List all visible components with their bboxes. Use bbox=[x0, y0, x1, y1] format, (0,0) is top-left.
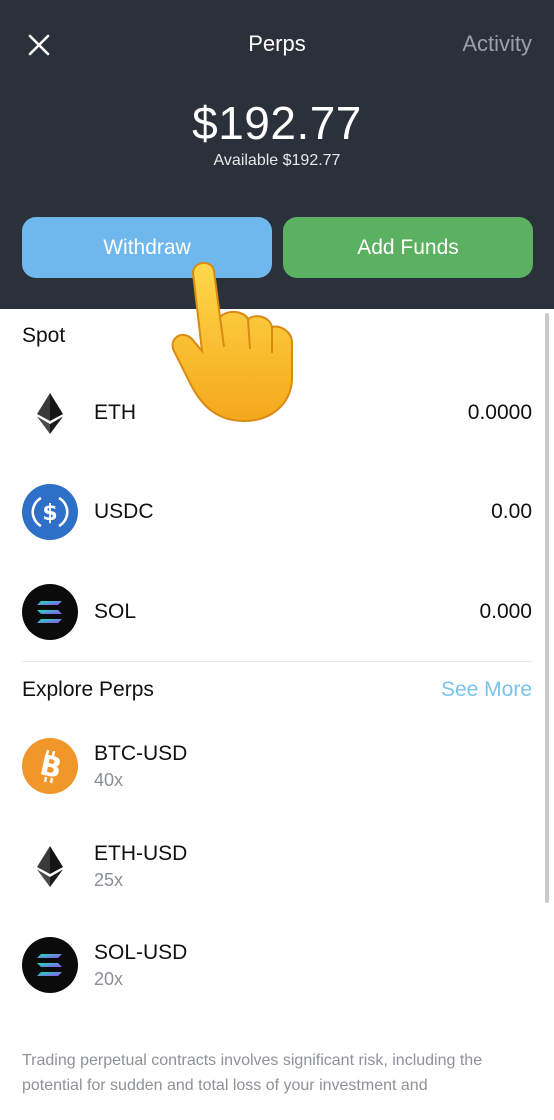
spot-section-title: Spot bbox=[22, 324, 66, 347]
asset-symbol: SOL bbox=[94, 600, 137, 623]
available-balance: Available $192.77 bbox=[213, 152, 341, 169]
spot-row-sol[interactable]: SOL 0.000 bbox=[0, 572, 554, 652]
asset-amount: 0.000 bbox=[479, 600, 532, 623]
sol-icon bbox=[22, 584, 78, 640]
balance-value: $192.77 bbox=[192, 97, 362, 149]
eth-icon bbox=[22, 385, 78, 441]
activity-link[interactable]: Activity bbox=[462, 31, 532, 57]
asset-amount: 0.00 bbox=[491, 500, 532, 523]
perp-leverage: 25x bbox=[94, 870, 124, 890]
explore-section-title: Explore Perps bbox=[22, 678, 154, 701]
header: Perps Activity $192.77 Available $192.77… bbox=[0, 0, 554, 309]
asset-symbol: ETH bbox=[94, 401, 136, 424]
usdc-icon: $ bbox=[22, 484, 78, 540]
sol-icon bbox=[22, 937, 78, 993]
perp-row-sol[interactable]: SOL-USD 20x bbox=[0, 925, 554, 1005]
perp-leverage: 20x bbox=[94, 969, 124, 989]
section-divider bbox=[22, 661, 532, 662]
spot-row-usdc[interactable]: $ USDC 0.00 bbox=[0, 472, 554, 552]
asset-amount: 0.0000 bbox=[467, 401, 532, 424]
scrollbar[interactable] bbox=[545, 313, 549, 903]
risk-disclaimer: Trading perpetual contracts involves sig… bbox=[22, 1052, 483, 1094]
perp-row-btc[interactable]: B BTC-USD 40x bbox=[0, 726, 554, 806]
btc-icon: B bbox=[22, 738, 78, 794]
perp-symbol: SOL-USD bbox=[94, 941, 188, 964]
perp-symbol: ETH-USD bbox=[94, 842, 188, 865]
eth-icon bbox=[22, 838, 78, 894]
withdraw-button[interactable]: Withdraw bbox=[22, 217, 272, 278]
perp-row-eth[interactable]: ETH-USD 25x bbox=[0, 826, 554, 906]
see-more-link[interactable]: See More bbox=[441, 678, 532, 702]
perp-symbol: BTC-USD bbox=[94, 742, 188, 765]
add-funds-button[interactable]: Add Funds bbox=[283, 217, 533, 278]
asset-symbol: USDC bbox=[94, 500, 154, 523]
svg-text:$: $ bbox=[42, 501, 57, 526]
perp-leverage: 40x bbox=[94, 770, 124, 790]
spot-row-eth[interactable]: ETH 0.0000 bbox=[0, 373, 554, 453]
